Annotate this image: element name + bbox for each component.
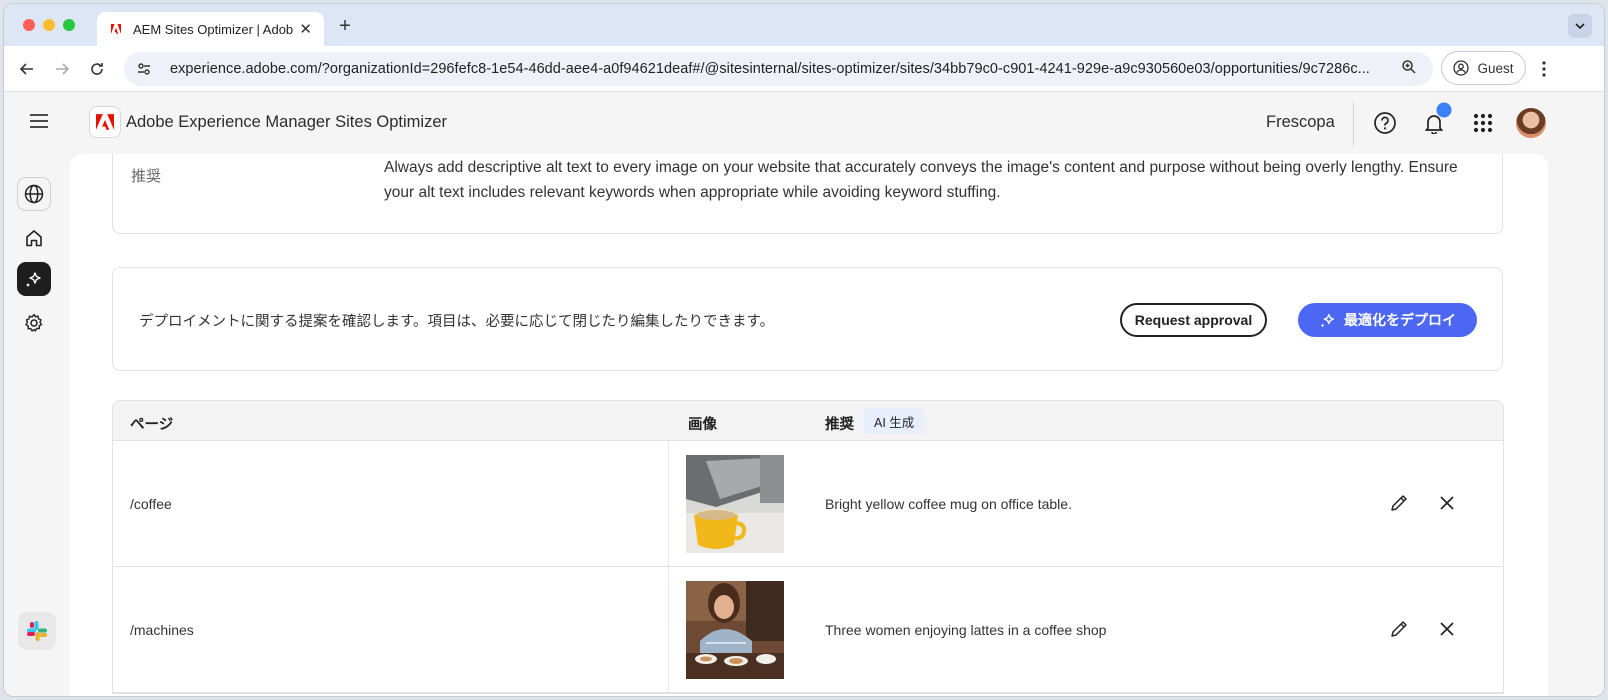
column-header-suggestion[interactable]: 推奨 [825, 413, 854, 434]
maximize-window-button[interactable] [63, 19, 75, 31]
browser-window: AEM Sites Optimizer | Adobe ✕ + experien… [3, 3, 1605, 697]
sites-globe-icon[interactable] [17, 177, 51, 211]
table-row: /machines Three women enjoying lattes in… [113, 567, 1503, 693]
page-path[interactable]: /coffee [130, 496, 172, 512]
edit-pencil-icon[interactable] [1387, 491, 1411, 515]
slack-icon[interactable] [18, 612, 56, 650]
column-header-image[interactable]: 画像 [688, 413, 717, 434]
close-tab-icon[interactable]: ✕ [299, 20, 312, 38]
zoom-icon[interactable] [1401, 59, 1421, 79]
apps-grid-icon[interactable] [1470, 110, 1496, 136]
help-icon[interactable] [1372, 110, 1398, 136]
dismiss-close-icon[interactable] [1435, 491, 1459, 515]
address-bar[interactable]: experience.adobe.com/?organizationId=296… [124, 52, 1433, 86]
column-header-page[interactable]: ページ [130, 413, 173, 434]
back-button[interactable] [16, 58, 38, 80]
left-rail [4, 154, 66, 696]
recommendation-text: Always add descriptive alt text to every… [384, 159, 1458, 201]
hamburger-menu-icon[interactable] [30, 113, 48, 134]
header-divider [1353, 102, 1354, 146]
tab-title: AEM Sites Optimizer | Adobe [133, 21, 294, 37]
recommendation-label: 推奨 [131, 168, 162, 185]
women-lattes-thumbnail [686, 581, 784, 679]
deploy-card: デプロイメントに関する提案を確認します。項目は、必要に応じて閉じたり編集したりで… [112, 267, 1503, 371]
profile-label: Guest [1477, 60, 1514, 76]
url-text: experience.adobe.com/?organizationId=296… [170, 61, 1370, 77]
org-switcher[interactable]: Frescopa [1266, 113, 1335, 132]
reload-button[interactable] [86, 58, 108, 80]
suggested-alt-text: Three women enjoying lattes in a coffee … [825, 622, 1107, 638]
profile-icon [1453, 60, 1470, 76]
main-content: 推奨 Always add descriptive alt text to ev… [70, 154, 1548, 696]
user-avatar[interactable] [1516, 108, 1546, 138]
dismiss-close-icon[interactable] [1435, 617, 1459, 641]
optimize-sparkle-icon[interactable] [17, 262, 51, 296]
browser-menu-icon[interactable] [1535, 58, 1553, 80]
minimize-window-button[interactable] [43, 19, 55, 31]
sparkle-icon [1320, 313, 1335, 328]
browser-toolbar: experience.adobe.com/?organizationId=296… [4, 46, 1604, 92]
tab-search-button[interactable] [1568, 14, 1592, 38]
browser-tab[interactable]: AEM Sites Optimizer | Adobe ✕ [97, 12, 324, 46]
settings-gear-icon[interactable] [17, 306, 51, 340]
adobe-favicon-icon [109, 22, 123, 36]
recommendation-card: 推奨 Always add descriptive alt text to ev… [112, 154, 1503, 234]
deploy-description: デプロイメントに関する提案を確認します。項目は、必要に応じて閉じたり編集したりで… [139, 314, 775, 330]
suggestions-table: ページ 画像 推奨 AI 生成 /coffee Bright yellow co… [112, 400, 1504, 694]
column-divider [668, 567, 669, 692]
site-settings-icon[interactable] [136, 61, 156, 77]
tab-strip: AEM Sites Optimizer | Adobe ✕ + [4, 4, 1604, 46]
app-header: Adobe Experience Manager Sites Optimizer… [4, 92, 1604, 154]
close-window-button[interactable] [23, 19, 35, 31]
ai-generated-badge: AI 生成 [863, 408, 926, 434]
app-name[interactable]: Adobe Experience Manager Sites Optimizer [126, 113, 447, 132]
adobe-logo-icon[interactable] [89, 106, 121, 138]
table-row: /coffee Bright yellow coffee mug on offi… [113, 441, 1503, 567]
home-icon[interactable] [17, 221, 51, 255]
new-tab-button[interactable]: + [335, 15, 355, 38]
suggested-alt-text: Bright yellow coffee mug on office table… [825, 496, 1072, 512]
page-path[interactable]: /machines [130, 622, 194, 638]
edit-pencil-icon[interactable] [1387, 617, 1411, 641]
deploy-optimization-button[interactable]: 最適化をデプロイ [1298, 303, 1477, 337]
column-divider [668, 441, 669, 566]
table-header: ページ 画像 推奨 AI 生成 [113, 401, 1503, 441]
forward-button[interactable] [51, 58, 73, 80]
notification-dot-icon [1436, 102, 1452, 118]
profile-button[interactable]: Guest [1441, 51, 1526, 85]
request-approval-button[interactable]: Request approval [1120, 303, 1267, 337]
coffee-mug-thumbnail [686, 455, 784, 553]
deploy-label: 最適化をデプロイ [1344, 312, 1456, 328]
